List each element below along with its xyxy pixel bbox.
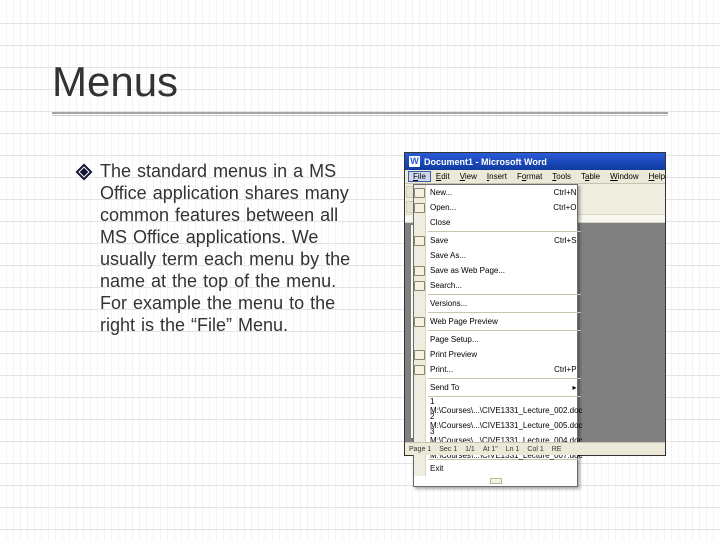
window-title: Document1 - Microsoft Word: [424, 157, 547, 167]
menu-separator: [428, 330, 581, 331]
title-underline: [52, 112, 668, 116]
menu-item-label: Close: [430, 218, 450, 227]
menu-shortcut: Ctrl+P: [554, 365, 576, 374]
menu-item-icon: [414, 317, 425, 327]
menu-separator: [428, 312, 581, 313]
menu-item[interactable]: Web Page Preview: [426, 314, 583, 329]
bullet-item: The standard menus in a MS Office applic…: [78, 160, 363, 336]
menu-item-label: Send To: [430, 383, 459, 392]
menu-shortcut: Ctrl+N: [554, 188, 577, 197]
menu-item-icon: [414, 416, 425, 426]
menu-item-icon: [414, 299, 425, 309]
menu-icon-gutter: [414, 185, 426, 476]
status-cell: Col 1: [527, 446, 543, 453]
title-block: Menus: [52, 58, 668, 116]
slide-title: Menus: [52, 58, 668, 106]
menu-help[interactable]: Help: [644, 172, 670, 181]
menu-item-icon: [414, 218, 425, 228]
window-titlebar: W Document1 - Microsoft Word: [405, 153, 665, 170]
menu-item-icon: [414, 188, 425, 198]
menu-item-icon: [414, 281, 425, 291]
menu-format[interactable]: Format: [512, 172, 547, 181]
menu-item-label: Versions...: [430, 299, 467, 308]
menu-item-icon: [414, 401, 425, 411]
menu-item-label: Open...: [430, 203, 456, 212]
menu-insert[interactable]: Insert: [482, 172, 512, 181]
menu-item-label: Save As...: [430, 251, 466, 260]
status-cell: 1/1: [465, 446, 475, 453]
menu-item-icon: [414, 251, 425, 261]
menu-item-label: Search...: [430, 281, 462, 290]
menu-shortcut: Ctrl+S: [554, 236, 576, 245]
menu-item-label: Print...: [430, 365, 453, 374]
menu-item-icon: [414, 236, 425, 246]
menu-item-label: Web Page Preview: [430, 317, 498, 326]
menu-separator: [428, 231, 581, 232]
status-cell: Page 1: [409, 446, 431, 453]
menu-item[interactable]: Open... Ctrl+O: [426, 200, 583, 215]
menu-item[interactable]: Print Preview: [426, 347, 583, 362]
body-content: The standard menus in a MS Office applic…: [78, 160, 363, 336]
menu-item-icon: [414, 383, 425, 393]
menu-window[interactable]: Window: [605, 172, 643, 181]
menu-item-label: Save as Web Page...: [430, 266, 505, 275]
menu-item-icon: [414, 464, 425, 474]
menu-item[interactable]: Send To ▸: [426, 380, 583, 395]
menu-item[interactable]: Page Setup...: [426, 332, 583, 347]
menu-item[interactable]: Print... Ctrl+P: [426, 362, 583, 377]
menu-item-label: Save: [430, 236, 448, 245]
submenu-arrow-icon: ▸: [573, 383, 577, 392]
slide: Menus The standard menus in a MS Office …: [0, 0, 720, 540]
status-cell: At 1": [483, 446, 498, 453]
menu-view[interactable]: View: [455, 172, 482, 181]
word-screenshot: W Document1 - Microsoft Word FileEditVie…: [404, 152, 666, 456]
menu-separator: [428, 294, 581, 295]
expand-chevron-icon[interactable]: [490, 478, 502, 484]
menu-shortcut: Ctrl+O: [553, 203, 576, 212]
menu-item[interactable]: Save As...: [426, 248, 583, 263]
menu-bar[interactable]: FileEditViewInsertFormatToolsTableWindow…: [405, 170, 665, 184]
status-bar: Page 1 Sec 1 1/1 At 1" Ln 1 Col 1 RE: [405, 442, 665, 455]
menu-item[interactable]: New... Ctrl+N: [426, 185, 583, 200]
diamond-bullet-icon: [78, 166, 90, 178]
status-cell: Sec 1: [439, 446, 457, 453]
menu-item-icon: [414, 335, 425, 345]
menu-item[interactable]: Close: [426, 215, 583, 230]
menu-item-icon: [414, 203, 425, 213]
menu-item[interactable]: Versions...: [426, 296, 583, 311]
menu-item[interactable]: Save as Web Page...: [426, 263, 583, 278]
menu-item-label: Exit: [430, 464, 443, 473]
menu-item-label: Print Preview: [430, 350, 477, 359]
menu-item-label: New...: [430, 188, 452, 197]
menu-item-icon: [414, 350, 425, 360]
word-app-icon: W: [409, 156, 420, 167]
menu-edit[interactable]: Edit: [431, 172, 455, 181]
menu-file[interactable]: File: [408, 171, 431, 182]
menu-item-label: Page Setup...: [430, 335, 478, 344]
menu-item[interactable]: Save Ctrl+S: [426, 233, 583, 248]
menu-item-icon: [414, 266, 425, 276]
menu-table[interactable]: Table: [576, 172, 605, 181]
status-cell: RE: [552, 446, 562, 453]
menu-item-icon: [414, 365, 425, 375]
menu-item[interactable]: Exit: [426, 461, 583, 476]
menu-separator: [428, 378, 581, 379]
status-cell: Ln 1: [506, 446, 520, 453]
menu-item[interactable]: Search...: [426, 278, 583, 293]
menu-items: New... Ctrl+N Open... Ctrl+O Close Save Ctrl+S…: [426, 185, 583, 476]
body-text: The standard menus in a MS Office applic…: [100, 160, 363, 336]
menu-tools[interactable]: Tools: [547, 172, 576, 181]
menu-item-icon: [414, 431, 425, 441]
